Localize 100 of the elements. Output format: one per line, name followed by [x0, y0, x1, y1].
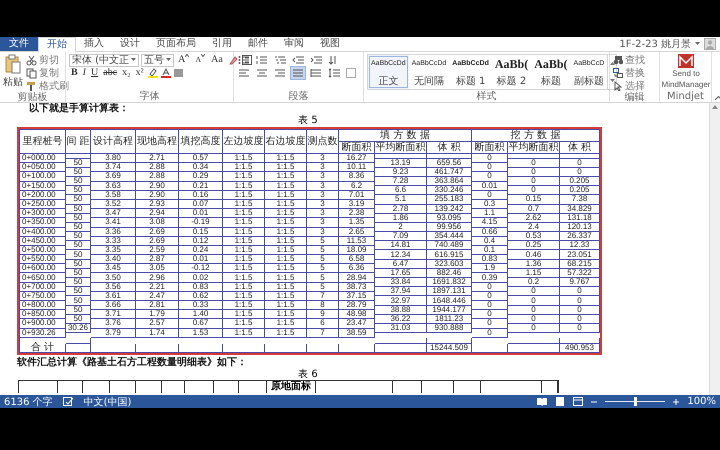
table-cell: 1:1.5 [223, 255, 265, 264]
copy-button[interactable]: 复制 [26, 67, 69, 79]
zoom-level[interactable]: 100% [687, 396, 716, 407]
language-label[interactable]: 中文(中国) [84, 394, 132, 408]
format-button[interactable]: x₂ [120, 67, 133, 79]
font-size-field[interactable]: 五号 [141, 54, 174, 66]
align-button[interactable] [291, 67, 305, 79]
word-count[interactable]: 6136 个字 [4, 394, 53, 408]
ribbon-tab[interactable]: 邮件 [240, 37, 276, 51]
table-cell: 363.864 [427, 176, 472, 186]
align-button[interactable] [273, 67, 287, 79]
bullets-button[interactable] [237, 54, 251, 66]
proofing-icon[interactable] [62, 397, 74, 406]
table-cell: 18.09 [339, 246, 375, 256]
increase-indent-button[interactable] [309, 54, 323, 66]
table-cell: 50 [66, 241, 91, 250]
table-cell: 3.08 [136, 218, 179, 228]
table-cell: 0+250.00 [20, 200, 66, 210]
column-header: 断面积 [472, 142, 508, 154]
paste-button[interactable]: 粘贴 [3, 54, 23, 89]
style-name: 正文 [378, 74, 398, 88]
table-cell: 13.19 [375, 158, 427, 168]
change-case-button[interactable]: Aa [209, 54, 225, 66]
group-label: 编辑 [624, 92, 646, 102]
ribbon-tab[interactable]: 引用 [204, 37, 240, 51]
format-button[interactable]: I [80, 67, 88, 79]
account-name[interactable]: 1F-2-23 姚月景 [619, 37, 691, 51]
table-cell: 34.829 [560, 204, 600, 214]
web-layout-icon[interactable] [573, 397, 584, 406]
table-caption: 表 5 [297, 115, 319, 126]
cut-button[interactable]: 剪切 [26, 54, 69, 66]
highlight-button[interactable] [146, 67, 159, 79]
table-cell: 2.69 [136, 228, 179, 237]
style-option[interactable]: AaBb( 标题 [531, 55, 571, 89]
empty-cell [66, 154, 91, 159]
line-spacing-button[interactable] [327, 67, 341, 79]
table-cell: 0+050.00 [20, 163, 66, 172]
format-button[interactable]: abc [101, 67, 120, 79]
table-cell: 6.6 [375, 186, 427, 196]
borders-button[interactable] [345, 67, 357, 79]
table-cell: 2.65 [339, 228, 375, 237]
table-cell: 1:1.5 [223, 292, 265, 301]
ribbon-tab[interactable]: 视图 [312, 37, 348, 51]
scroll-up-icon[interactable] [712, 105, 718, 109]
decrease-indent-button[interactable] [291, 54, 305, 66]
table-cell: 1:1.5 [265, 154, 307, 164]
zoom-thumb[interactable] [634, 397, 638, 406]
select-button[interactable]: 选择 [613, 80, 645, 92]
zoom-out-icon[interactable] [591, 398, 598, 404]
table-cell: 740.489 [427, 241, 472, 250]
file-tab[interactable]: 文件 [0, 37, 38, 51]
print-layout-icon[interactable] [555, 397, 566, 406]
collapse-icon[interactable] [715, 96, 720, 100]
table-cell: 1.86 [375, 214, 427, 223]
zoom-in-icon[interactable] [673, 398, 680, 404]
column-header: 断面积 [339, 142, 375, 154]
multilevel-list-button[interactable] [273, 54, 287, 66]
table-cell: 0.12 [179, 236, 223, 246]
border-character-button[interactable] [240, 54, 253, 66]
table-cell: 50 [66, 260, 91, 269]
table-cell: 0+850.00 [20, 310, 66, 320]
style-option[interactable]: AaBb( 标题 2 [492, 55, 532, 89]
font-color-button[interactable] [160, 67, 172, 79]
column-header: 里程桩号 [20, 130, 66, 154]
read-mode-icon[interactable] [537, 397, 548, 406]
table-cell: 7.09 [375, 232, 427, 242]
table-cell: 50 [66, 296, 91, 306]
style-name: 标题 [540, 74, 561, 88]
format-button[interactable]: U [89, 67, 100, 79]
align-button[interactable] [309, 67, 323, 79]
font-name-field[interactable]: 宋体 (中文正 [69, 54, 140, 66]
grow-font-button[interactable]: A [176, 54, 192, 66]
table-cell: 3.52 [91, 200, 136, 210]
mindmanager-button[interactable]: Send to MindManager [663, 54, 709, 90]
ribbon-tab[interactable]: 审阅 [276, 37, 312, 51]
format-button[interactable]: B [69, 67, 80, 79]
find-button[interactable]: 查找 [613, 54, 645, 66]
ribbon-tab[interactable]: 插入 [76, 37, 112, 51]
format-button[interactable]: x² [134, 67, 146, 79]
shading-icon [174, 68, 183, 78]
table-cell: 0.7 [508, 204, 560, 214]
clear-formatting-button[interactable] [226, 54, 239, 66]
replace-button[interactable]: 替换 [613, 67, 645, 79]
shrink-font-button[interactable]: A [193, 54, 208, 66]
table-cell: 3.76 [91, 319, 136, 329]
table-cell: 1:1.5 [265, 255, 307, 264]
table-caption: 表 6 [297, 368, 319, 380]
ribbon-tab[interactable]: 开始 [38, 36, 76, 52]
ribbon-tab[interactable]: 页面布局 [148, 37, 204, 51]
align-button[interactable] [237, 67, 251, 79]
numbering-button[interactable] [255, 54, 269, 66]
format-painter-button[interactable]: 格式刷 [26, 80, 69, 92]
style-preview: AaBb( [534, 56, 568, 70]
ribbon-tab[interactable]: 设计 [112, 37, 148, 51]
table-cell: 490.953 [560, 344, 600, 353]
empty-cell [91, 344, 136, 353]
table-cell: 1:1.5 [265, 163, 307, 172]
table-cell: 合 计 [20, 344, 66, 353]
table-cell: 1:1.5 [265, 319, 307, 329]
align-button[interactable] [255, 67, 269, 79]
